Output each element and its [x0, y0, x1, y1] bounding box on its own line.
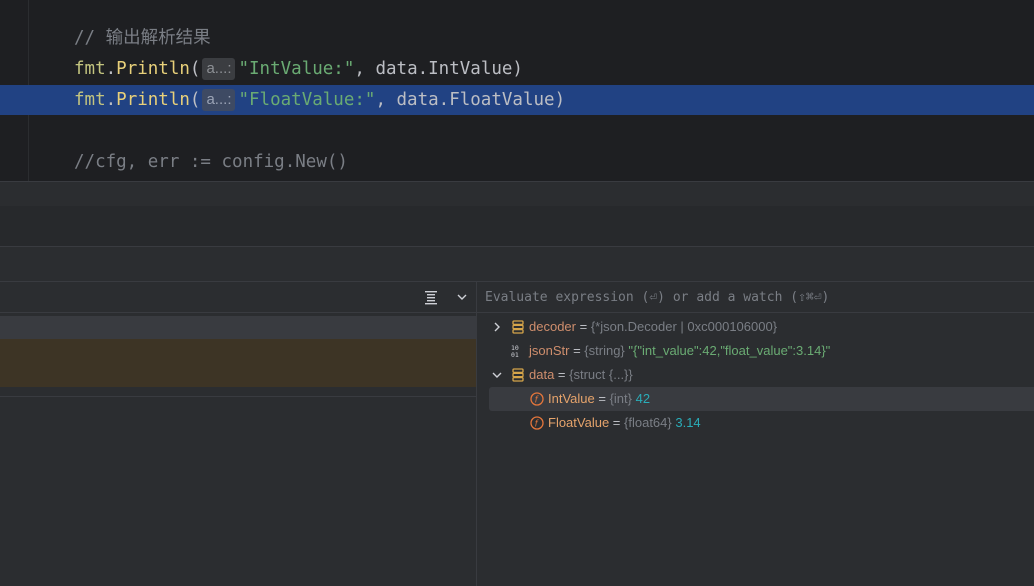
- code-editor[interactable]: // 输出解析结果 fmt.Println(a...: "IntValue:", …: [0, 0, 1034, 182]
- variable-row-floatvalue[interactable]: f FloatValue = {float64} 3.14: [477, 411, 1034, 435]
- code-token-string: "FloatValue:": [238, 90, 376, 110]
- chevron-right-icon[interactable]: [491, 321, 503, 333]
- variable-value: 3.14: [675, 415, 701, 430]
- filter-list-icon[interactable]: [424, 289, 438, 305]
- svg-text:f: f: [535, 395, 540, 405]
- svg-text:f: f: [535, 419, 540, 429]
- struct-icon: [512, 320, 524, 334]
- code-line-println-float-current[interactable]: fmt.Println(a...: "FloatValue:", data.Flo…: [0, 85, 1034, 115]
- variable-type: {string}: [584, 343, 625, 358]
- struct-icon: [512, 368, 524, 382]
- variable-type: {*json.Decoder | 0xc000106000}: [590, 319, 778, 334]
- code-token-paren: (: [189, 90, 201, 110]
- variable-equals: =: [554, 367, 570, 382]
- variable-type: {float64}: [624, 415, 672, 430]
- frames-toolbar: [0, 282, 476, 312]
- parameter-hint: a...:: [202, 58, 236, 80]
- code-token-function: Println: [116, 90, 190, 110]
- code-token-dot: .: [105, 59, 117, 79]
- variable-value: 42: [635, 391, 651, 406]
- evaluate-expression-input[interactable]: [485, 287, 1025, 309]
- field-icon: f: [530, 392, 544, 406]
- variable-name: IntValue: [548, 391, 595, 406]
- variable-row-intvalue[interactable]: f IntValue = {int} 42: [489, 387, 1034, 411]
- code-token-package: fmt: [74, 59, 106, 79]
- divider: [477, 312, 1034, 313]
- editor-footer-gap: [0, 182, 1034, 206]
- variable-value: "{"int_value":42,"float_value":3.14}": [628, 343, 831, 358]
- code-token-args: , data.IntValue): [354, 59, 523, 79]
- divider: [0, 312, 476, 313]
- variable-name: decoder: [529, 319, 576, 334]
- variables-panel: decoder = {*json.Decoder | 0xc000106000}…: [477, 282, 1034, 586]
- variable-row-data[interactable]: data = {struct {...}}: [477, 363, 1034, 387]
- debug-toolbar: [0, 247, 1034, 281]
- svg-text:01: 01: [511, 351, 519, 358]
- variable-name: data: [529, 367, 555, 382]
- code-comment: //cfg, err := config.New(): [74, 152, 348, 172]
- code-token-string: "IntValue:": [238, 59, 355, 79]
- frame-row-current[interactable]: [0, 339, 476, 387]
- parameter-hint: a...:: [202, 89, 236, 111]
- divider: [0, 396, 476, 397]
- code-token-dot: .: [105, 90, 117, 110]
- code-token-function: Println: [116, 59, 190, 79]
- variable-row-jsonstr[interactable]: 10 01 jsonStr = {string} "{"int_value":4…: [477, 339, 1034, 363]
- variable-equals: =: [569, 343, 585, 358]
- chevron-down-icon[interactable]: [491, 369, 503, 381]
- binary-icon: 10 01: [511, 344, 519, 358]
- variable-row-decoder[interactable]: decoder = {*json.Decoder | 0xc000106000}: [477, 315, 1034, 339]
- code-token-paren: (: [189, 59, 201, 79]
- frame-row-selected[interactable]: [0, 316, 476, 339]
- variable-equals: =: [575, 319, 591, 334]
- variable-type: {struct {...}}: [569, 367, 633, 382]
- code-token-args: , data.FloatValue): [375, 90, 566, 110]
- variable-type: {int}: [609, 391, 632, 406]
- variable-equals: =: [609, 415, 625, 430]
- frames-panel: [0, 282, 476, 586]
- code-comment: // 输出解析结果: [74, 28, 211, 48]
- chevron-down-icon[interactable]: [456, 291, 468, 303]
- field-icon: f: [530, 416, 544, 430]
- code-line-commented-config[interactable]: //cfg, err := config.New(): [0, 147, 1034, 177]
- code-line-println-int[interactable]: fmt.Println(a...: "IntValue:", data.IntVa…: [0, 54, 1034, 84]
- code-token-package: fmt: [74, 90, 106, 110]
- variable-equals: =: [594, 391, 610, 406]
- variable-name: jsonStr: [529, 343, 570, 358]
- tool-window-header: [0, 206, 1034, 246]
- code-line-comment[interactable]: // 输出解析结果: [0, 23, 1034, 53]
- variable-name: FloatValue: [548, 415, 610, 430]
